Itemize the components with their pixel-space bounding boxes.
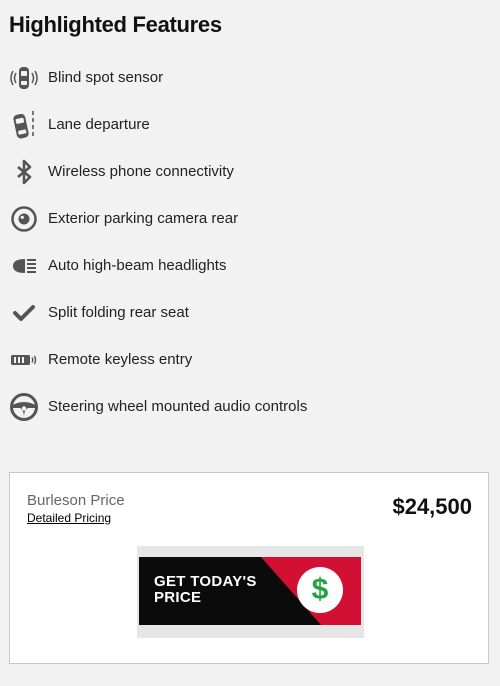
lane-departure-icon: [9, 110, 39, 140]
detailed-pricing-link[interactable]: Detailed Pricing: [27, 511, 111, 525]
headlight-icon: [9, 251, 39, 281]
dollar-symbol: $: [311, 573, 329, 606]
feature-label: Split folding rear seat: [48, 304, 189, 321]
price-label: Burleson Price: [27, 492, 125, 509]
feature-label: Lane departure: [48, 116, 150, 133]
feature-item: Remote keyless entry: [0, 336, 500, 383]
feature-label: Blind spot sensor: [48, 69, 164, 86]
feature-label: Wireless phone connectivity: [48, 163, 234, 180]
camera-icon: [9, 204, 39, 234]
page-title: Highlighted Features: [9, 12, 222, 37]
blind-spot-sensor-icon: [9, 63, 39, 93]
feature-item: Lane departure: [0, 101, 500, 148]
feature-label: Exterior parking camera rear: [48, 210, 239, 227]
feature-item: Exterior parking camera rear: [0, 195, 500, 242]
cta-text: GET TODAY'S PRICE: [154, 574, 284, 606]
bluetooth-icon: [9, 157, 39, 187]
steering-wheel-icon: [9, 392, 39, 422]
feature-label: Remote keyless entry: [48, 351, 193, 368]
feature-item: Wireless phone connectivity: [0, 148, 500, 195]
cta-line-1: GET TODAY'S: [154, 573, 257, 590]
cta-container: GET TODAY'S PRICE $: [137, 546, 364, 638]
feature-item: Auto high-beam headlights: [0, 242, 500, 289]
dollar-icon: $: [297, 567, 343, 613]
price-value: $24,500: [392, 494, 472, 519]
checkmark-icon: [9, 298, 39, 328]
get-todays-price-button[interactable]: GET TODAY'S PRICE $: [139, 557, 361, 625]
feature-item: Steering wheel mounted audio controls: [0, 383, 500, 430]
feature-label: Steering wheel mounted audio controls: [48, 398, 308, 415]
feature-label: Auto high-beam headlights: [48, 257, 227, 274]
feature-item: Blind spot sensor: [0, 54, 500, 101]
price-card: Burleson Price Detailed Pricing $24,500 …: [9, 472, 489, 664]
feature-item: Split folding rear seat: [0, 289, 500, 336]
cta-line-2: PRICE: [154, 589, 202, 606]
key-fob-icon: [9, 345, 39, 375]
